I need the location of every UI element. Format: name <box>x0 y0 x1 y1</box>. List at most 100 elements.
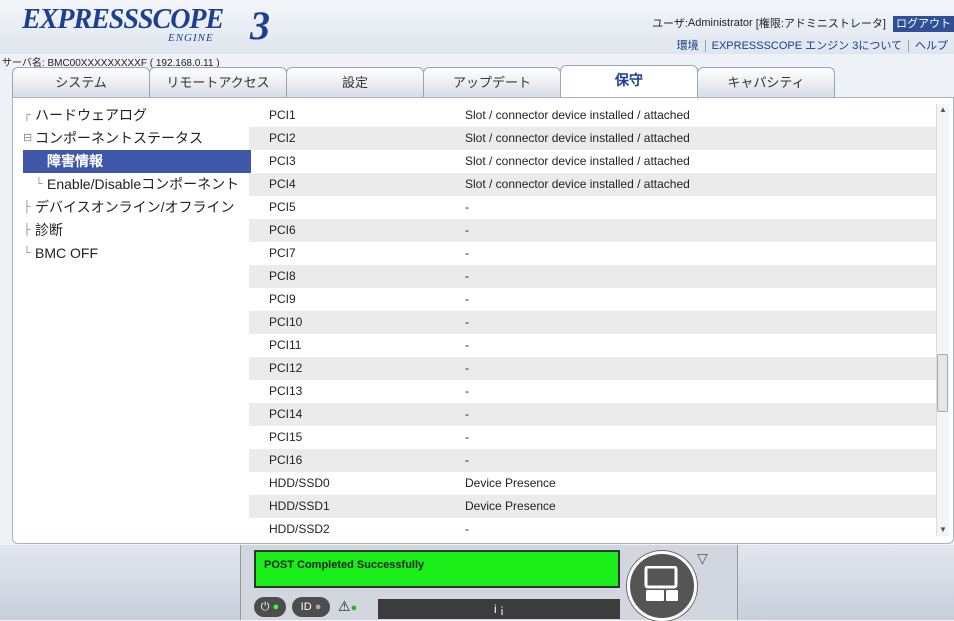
power-led-icon: ● <box>272 601 280 613</box>
tree-label: ハードウェアログ <box>35 107 147 123</box>
scroll-up-icon[interactable]: ▲ <box>937 104 949 116</box>
status-cell: - <box>465 522 469 534</box>
dropdown-arrow-icon[interactable]: ▽ <box>697 550 708 567</box>
vertical-scrollbar[interactable]: ▲ ▼ <box>936 104 949 536</box>
tree-item-enable-disable-component[interactable]: └ Enable/Disableコンポーネント <box>23 173 251 196</box>
tree-line-icon: ├ <box>23 201 31 213</box>
tree-item-device-online-offline[interactable]: ├ デバイスオンライン/オフライン <box>23 196 251 219</box>
tree-line-icon: ├ <box>23 224 31 236</box>
fault-info-table: PCI1 Slot / connector device installed / … <box>249 104 937 534</box>
table-row: PCI10 - <box>249 311 937 334</box>
device-name-cell: PCI7 <box>269 246 296 260</box>
tree-label: コンポーネントステータス <box>35 130 203 146</box>
device-name-cell: PCI16 <box>269 453 303 467</box>
status-cell: - <box>465 338 469 352</box>
environment-link[interactable]: 環境 <box>670 40 706 52</box>
tree-item-hardware-log[interactable]: ┌ ハードウェアログ <box>23 104 251 127</box>
tab-system[interactable]: システム <box>12 67 150 97</box>
tab-maintenance[interactable]: 保守 <box>560 65 698 97</box>
device-name-cell: PCI10 <box>269 315 303 329</box>
table-row: PCI4 Slot / connector device installed / … <box>249 173 937 196</box>
device-name-cell: PCI3 <box>269 154 296 168</box>
scroll-down-icon[interactable]: ▼ <box>937 524 949 536</box>
status-cell: Slot / connector device installed / atta… <box>465 154 690 168</box>
table-row: PCI14 - <box>249 403 937 426</box>
status-left-bg <box>0 545 240 620</box>
tab-update[interactable]: アップデート <box>423 67 561 97</box>
device-name-cell: PCI12 <box>269 361 303 375</box>
user-name: Administrator <box>687 17 753 29</box>
table-row: HDD/SSD2 - <box>249 518 937 534</box>
collapse-icon[interactable]: ⊟ <box>23 127 32 150</box>
id-button[interactable]: ID ● <box>292 597 330 617</box>
status-cell: - <box>465 315 469 329</box>
table-row: PCI1 Slot / connector device installed / … <box>249 104 937 127</box>
table-row: HDD/SSD0 Device Presence <box>249 472 937 495</box>
warning-led-icon: ● <box>350 602 358 614</box>
tab-remote-access[interactable]: リモートアクセス <box>149 67 287 97</box>
info-bar: i ¡ <box>378 599 620 619</box>
table-row: PCI16 - <box>249 449 937 472</box>
status-bar: POST Completed Successfully ▽ ⏻ ● ID ● ⚠… <box>240 545 738 621</box>
logo-sub: ENGINE <box>168 32 214 44</box>
help-link[interactable]: ヘルプ <box>909 40 954 52</box>
device-name-cell: PCI5 <box>269 200 296 214</box>
table-row: PCI11 - <box>249 334 937 357</box>
tree-line-icon: ┌ <box>23 109 31 121</box>
table-row: PCI2 Slot / connector device installed / … <box>249 127 937 150</box>
status-cell: - <box>465 453 469 467</box>
logout-button[interactable]: ログアウト <box>893 16 954 32</box>
device-name-cell: HDD/SSD0 <box>269 476 330 490</box>
power-button[interactable]: ⏻ ● <box>254 597 286 617</box>
header-links: 環境 EXPRESSSCOPE エンジン 3について ヘルプ <box>670 37 954 53</box>
info-icon: i ¡ <box>494 602 504 616</box>
logo-main: EXPRESSSCOPE <box>22 4 224 35</box>
tree-label: BMC OFF <box>35 245 98 261</box>
device-name-cell: PCI4 <box>269 177 296 191</box>
status-cell: Slot / connector device installed / atta… <box>465 177 690 191</box>
tree-item-component-status[interactable]: ⊟ コンポーネントステータス <box>23 127 251 150</box>
tree-item-diagnostics[interactable]: ├ 診断 <box>23 219 251 242</box>
device-name-cell: PCI1 <box>269 108 296 122</box>
user-role: [権限:アドミニストレータ] <box>755 18 886 30</box>
remote-console-button[interactable] <box>627 551 697 621</box>
status-cell: - <box>465 361 469 375</box>
about-link[interactable]: EXPRESSSCOPE エンジン 3について <box>705 40 909 52</box>
table-row: PCI8 - <box>249 265 937 288</box>
status-cell: - <box>465 246 469 260</box>
content-panel: ┌ ハードウェアログ ⊟ コンポーネントステータス 障害情報 └ Enable/Dis… <box>12 97 954 544</box>
tree-label: 障害情報 <box>47 153 103 169</box>
table-row: PCI7 - <box>249 242 937 265</box>
status-cell: - <box>465 292 469 306</box>
table-row: PCI13 - <box>249 380 937 403</box>
device-name-cell: HDD/SSD2 <box>269 522 330 534</box>
tree-label: Enable/Disableコンポーネント <box>47 176 240 192</box>
device-name-cell: PCI8 <box>269 269 296 283</box>
header: EXPRESSSCOPE ENGINE 3 ユーザ:Administrator … <box>0 0 954 69</box>
warning-icon: ⚠ <box>338 598 351 614</box>
tab-capacity[interactable]: キャパシティ <box>697 67 835 97</box>
tree-line-icon: └ <box>35 178 43 190</box>
id-label: ID <box>300 601 312 613</box>
tree-item-bmc-off[interactable]: └ BMC OFF <box>23 242 251 265</box>
tree-item-fault-info[interactable]: 障害情報 <box>23 150 251 173</box>
user-label: ユーザ: <box>652 18 688 30</box>
warning-indicator: ⚠● <box>338 598 357 615</box>
table-row: PCI5 - <box>249 196 937 219</box>
nav-tree: ┌ ハードウェアログ ⊟ コンポーネントステータス 障害情報 └ Enable/Dis… <box>23 104 251 265</box>
device-name-cell: PCI13 <box>269 384 303 398</box>
tab-settings[interactable]: 設定 <box>286 67 424 97</box>
tree-label: デバイスオンライン/オフライン <box>35 199 235 215</box>
table-row: PCI12 - <box>249 357 937 380</box>
id-led-icon: ● <box>314 601 322 613</box>
device-name-cell: PCI9 <box>269 292 296 306</box>
scroll-thumb[interactable] <box>937 354 948 412</box>
table-row: PCI6 - <box>249 219 937 242</box>
table-row: PCI3 Slot / connector device installed / … <box>249 150 937 173</box>
status-right-bg <box>737 545 954 620</box>
device-name-cell: PCI6 <box>269 223 296 237</box>
status-cell: - <box>465 223 469 237</box>
device-name-cell: PCI15 <box>269 430 303 444</box>
user-info: ユーザ:Administrator [権限:アドミニストレータ] ログアウト <box>652 15 954 32</box>
status-cell: Device Presence <box>465 476 556 490</box>
